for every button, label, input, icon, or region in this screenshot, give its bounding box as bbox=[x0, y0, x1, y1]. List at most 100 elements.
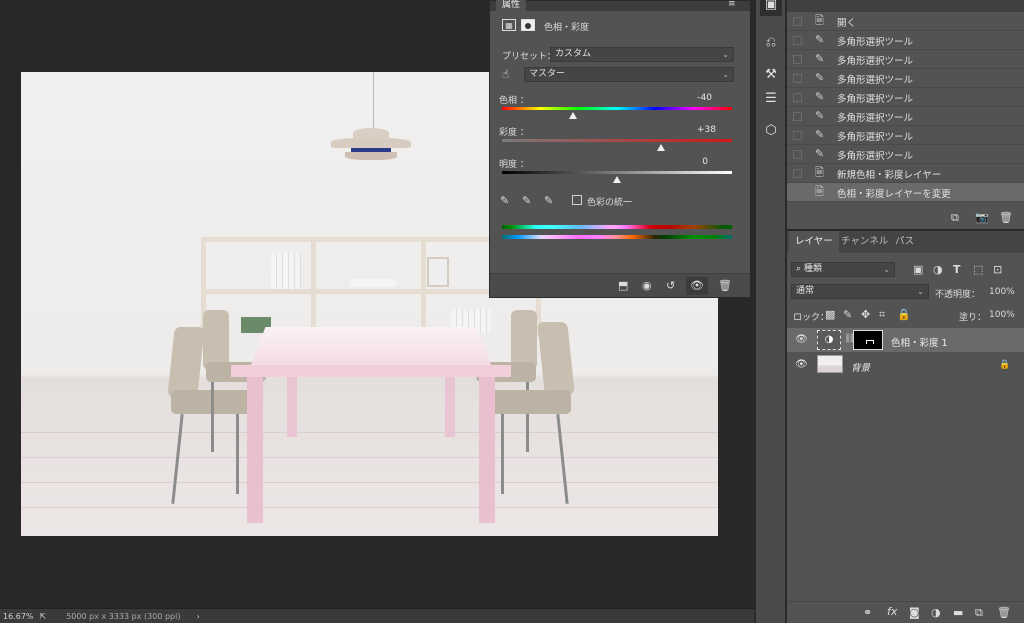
colorize-checkbox[interactable] bbox=[572, 195, 582, 205]
channel-dropdown[interactable]: マスター ⌄ bbox=[524, 67, 734, 82]
trash-icon[interactable]: 🗑 bbox=[999, 212, 1013, 224]
clip-to-layer-icon[interactable]: ⬒ bbox=[618, 280, 628, 292]
lightness-slider-track[interactable] bbox=[502, 171, 732, 174]
hue-slider-track[interactable] bbox=[502, 107, 732, 110]
filter-adjustment-icon[interactable]: ◑ bbox=[933, 264, 943, 276]
eyedropper-plus-icon[interactable]: ✎ bbox=[522, 195, 531, 207]
chevron-down-icon: ⌄ bbox=[917, 287, 924, 296]
lock-transparent-icon[interactable]: ▩ bbox=[825, 309, 835, 321]
zoom-level[interactable]: 16.67% bbox=[3, 612, 34, 621]
layers-footer: ⚭ fx ◙ ◑ ▬ ⧉ 🗑 bbox=[787, 601, 1024, 623]
new-group-icon[interactable]: ▬ bbox=[953, 607, 963, 619]
brush-icon: ✎ bbox=[815, 90, 825, 103]
lock-icon[interactable]: 🔒 bbox=[999, 359, 1010, 371]
trash-icon[interactable]: 🗑 bbox=[718, 280, 732, 292]
link-layers-icon[interactable]: ⚭ bbox=[863, 607, 872, 619]
history-item[interactable]: ✎ 多角形選択ツール bbox=[787, 107, 1024, 126]
layer-row[interactable]: 👁 ◑ ⛓ 色相・彩度 1 bbox=[787, 328, 1024, 352]
fx-icon[interactable]: fx bbox=[887, 606, 897, 618]
opacity-value[interactable]: 100% bbox=[989, 287, 1015, 297]
preset-dropdown[interactable]: カスタム ⌄ bbox=[550, 47, 734, 62]
history-item[interactable]: 🗎 色相・彩度レイヤーを変更 bbox=[787, 183, 1024, 202]
new-layer-icon[interactable]: ⧉ bbox=[975, 607, 983, 619]
filter-pixel-icon[interactable]: ▣ bbox=[913, 264, 923, 276]
layer-mask-thumbnail[interactable] bbox=[853, 330, 883, 350]
eye-icon[interactable]: 👁 bbox=[795, 334, 808, 345]
add-mask-icon[interactable]: ◙ bbox=[909, 607, 920, 619]
lock-all-icon[interactable]: 🔒 bbox=[897, 309, 911, 321]
lightness-value[interactable]: 0 bbox=[678, 157, 708, 167]
view-previous-state-icon[interactable]: ◉ bbox=[642, 280, 652, 292]
properties-footer: ⬒ ◉ ↺ 👁 🗑 bbox=[490, 273, 750, 297]
history-item[interactable]: 🗎 新規色相・彩度レイヤー bbox=[787, 164, 1024, 183]
history-source-checkbox[interactable] bbox=[793, 74, 802, 83]
layer-filter-dropdown[interactable]: ⌕ 種類 ⌄ bbox=[791, 262, 895, 277]
history-item[interactable]: ✎ 多角形選択ツール bbox=[787, 145, 1024, 164]
lock-image-icon[interactable]: ✎ bbox=[843, 309, 852, 321]
history-item[interactable]: ✎ 多角形選択ツール bbox=[787, 69, 1024, 88]
chevron-down-icon: ⌄ bbox=[883, 265, 890, 274]
mask-icon[interactable] bbox=[521, 19, 535, 31]
camera-icon[interactable]: 📷 bbox=[975, 212, 989, 224]
history-source-checkbox[interactable] bbox=[793, 112, 802, 121]
lock-position-icon[interactable]: ✥ bbox=[861, 309, 870, 321]
reset-icon[interactable]: ↺ bbox=[666, 280, 675, 292]
eyedropper-minus-icon[interactable]: ✎ bbox=[544, 195, 553, 207]
layer-row[interactable]: 👁 背景 🔒 bbox=[787, 353, 1024, 377]
brush-icon: ✎ bbox=[815, 52, 825, 65]
tab-properties[interactable]: 属性 bbox=[496, 0, 527, 11]
search-icon: ⌕ bbox=[796, 264, 804, 274]
lock-label: ロック： bbox=[793, 313, 830, 323]
layer-name[interactable]: 背景 bbox=[851, 360, 870, 374]
history-item[interactable]: ✎ 多角形選択ツール bbox=[787, 88, 1024, 107]
eye-icon[interactable]: 👁 bbox=[795, 359, 808, 370]
new-adjustment-layer-icon[interactable]: ◑ bbox=[931, 607, 941, 619]
filter-smart-object-icon[interactable]: ⊡ bbox=[993, 264, 1002, 276]
visibility-icon[interactable]: 👁 bbox=[686, 277, 708, 295]
hue-slider-thumb[interactable] bbox=[569, 112, 578, 119]
history-item[interactable]: ✎ 多角形選択ツール bbox=[787, 126, 1024, 145]
filter-shape-icon[interactable]: ⬚ bbox=[973, 264, 983, 276]
tab-paths[interactable]: パス bbox=[889, 231, 920, 253]
history-brush-icon[interactable]: ⎌ bbox=[760, 32, 782, 54]
filter-type-icon[interactable]: T bbox=[953, 264, 961, 276]
trash-icon[interactable]: 🗑 bbox=[997, 607, 1011, 619]
adjust-sliders-icon[interactable]: ☰ bbox=[760, 88, 782, 110]
history-item[interactable]: 🗎 開く bbox=[787, 12, 1024, 31]
fill-value[interactable]: 100% bbox=[989, 310, 1015, 320]
targeted-adjustment-hand-icon[interactable]: ☝ bbox=[502, 68, 509, 80]
history-source-checkbox[interactable] bbox=[793, 55, 802, 64]
opacity-label: 不透明度： bbox=[935, 290, 981, 300]
history-source-checkbox[interactable] bbox=[793, 150, 802, 159]
new-document-from-state-icon[interactable]: ⧉ bbox=[951, 212, 959, 224]
export-icon[interactable]: ⇱ bbox=[40, 612, 47, 621]
hue-value[interactable]: -40 bbox=[682, 93, 712, 103]
lightness-slider-thumb[interactable] bbox=[613, 176, 621, 183]
saturation-value[interactable]: +38 bbox=[686, 125, 716, 135]
layer-name[interactable]: 色相・彩度 1 bbox=[891, 335, 948, 349]
chevron-right-icon[interactable]: › bbox=[196, 612, 199, 621]
history-source-checkbox[interactable] bbox=[793, 169, 802, 178]
input-color-bar bbox=[502, 225, 732, 229]
3d-cube-icon[interactable]: ⬡ bbox=[760, 120, 782, 142]
tab-layers[interactable]: レイヤー bbox=[789, 231, 839, 253]
history-item[interactable]: ✎ 多角形選択ツール bbox=[787, 50, 1024, 69]
history-source-checkbox[interactable] bbox=[793, 188, 802, 197]
panel-menu-icon[interactable]: ≡ bbox=[728, 0, 736, 10]
history-source-checkbox[interactable] bbox=[793, 131, 802, 140]
document-icon: 🗎 bbox=[815, 185, 824, 198]
brush-icon: ✎ bbox=[815, 71, 825, 84]
tool-presets-icon[interactable]: ⚒ bbox=[760, 64, 782, 86]
lock-artboard-icon[interactable]: ⌗ bbox=[879, 309, 885, 321]
layers-panel: レイヤー チャンネル パス ⌕ 種類 ⌄ ▣ ◑ T ⬚ ⊡ 通常 ⌄ 不透明度： … bbox=[787, 230, 1024, 623]
history-source-checkbox[interactable] bbox=[793, 36, 802, 45]
adjustments-icon[interactable]: ▣ bbox=[760, 0, 782, 16]
history-source-checkbox[interactable] bbox=[793, 17, 802, 26]
saturation-slider-thumb[interactable] bbox=[656, 144, 665, 151]
eyedropper-icon[interactable]: ✎ bbox=[500, 195, 509, 207]
history-source-checkbox[interactable] bbox=[793, 93, 802, 102]
blend-mode-dropdown[interactable]: 通常 ⌄ bbox=[791, 284, 929, 299]
saturation-slider-track[interactable] bbox=[502, 139, 732, 142]
tab-channels[interactable]: チャンネル bbox=[835, 231, 894, 253]
history-item[interactable]: ✎ 多角形選択ツール bbox=[787, 31, 1024, 50]
